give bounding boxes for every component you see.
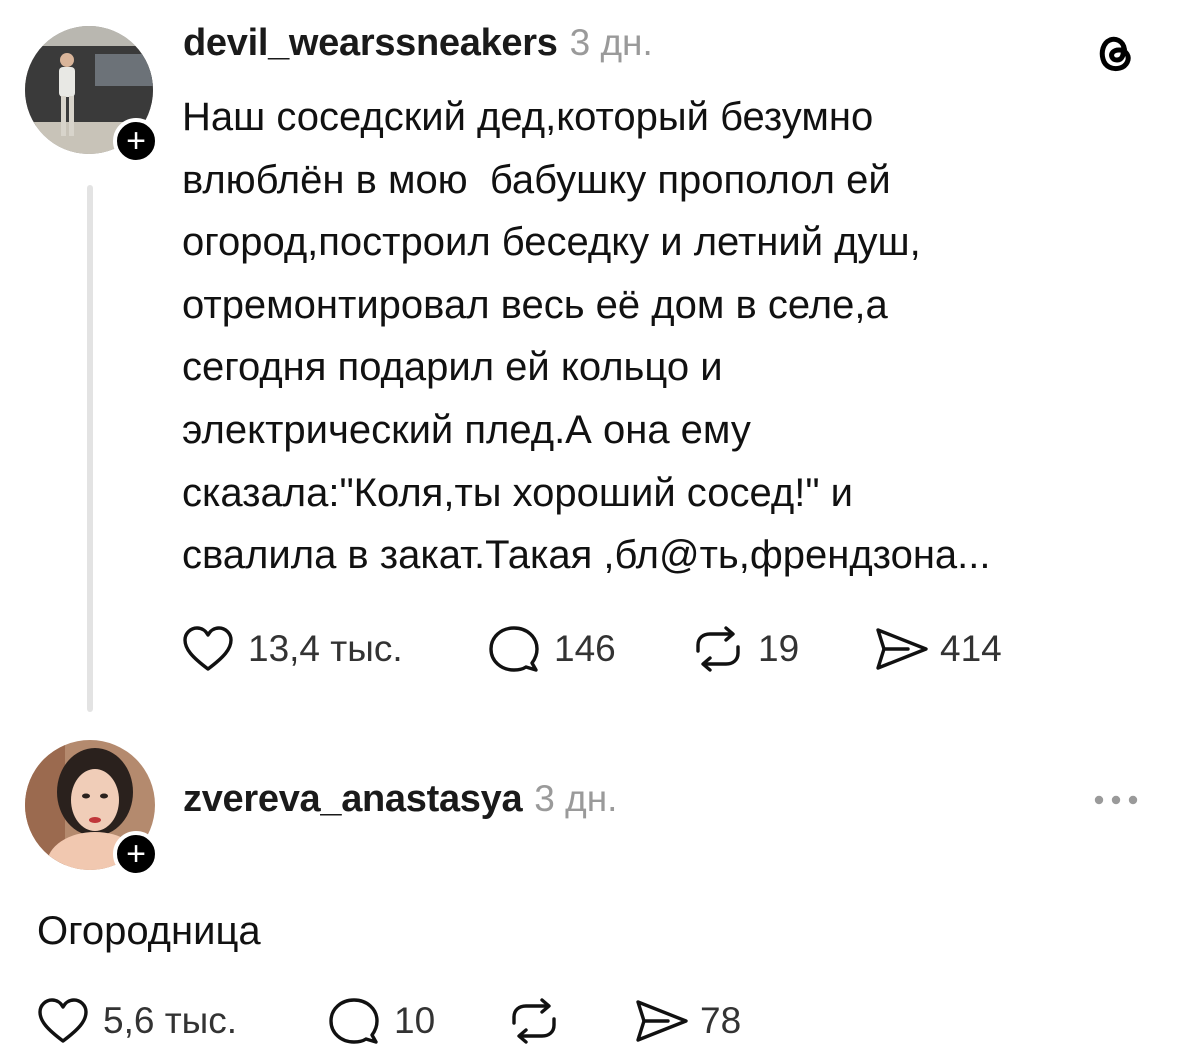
- post-text-line: влюблён в мою бабушку прополол ей: [182, 157, 891, 202]
- thread-line: [87, 185, 93, 712]
- post-body: Наш соседский дед,который безумно влюблё…: [182, 86, 1142, 587]
- heart-icon: [38, 998, 88, 1043]
- post-repost-button[interactable]: 19: [690, 624, 799, 674]
- follow-author-button[interactable]: +: [113, 118, 159, 164]
- repost-icon: [696, 626, 740, 672]
- reply-timestamp: 3 дн.: [534, 778, 618, 819]
- post-share-count: 414: [940, 628, 1002, 669]
- post-text-line: электрический плед.А она ему: [182, 407, 751, 452]
- send-icon: [636, 1000, 688, 1042]
- heart-icon: [183, 626, 233, 671]
- post-text-line: огород,построил беседку и летний душ,: [182, 220, 921, 265]
- post-like-button[interactable]: 13,4 тыс.: [182, 624, 403, 674]
- reply-body: Огородница: [37, 909, 261, 953]
- comment-bubble-icon: [489, 626, 539, 672]
- reply-comment-button[interactable]: 10: [328, 996, 435, 1046]
- post-comment-button[interactable]: 146: [488, 624, 616, 674]
- reply-header: zvereva_anastasya 3 дн.: [183, 778, 617, 826]
- post-username[interactable]: devil_wearssneakers: [183, 22, 558, 65]
- reply-share-count: 78: [700, 1000, 742, 1041]
- reply-username[interactable]: zvereva_anastasya: [183, 778, 523, 821]
- post-text-line: сказала:"Коля,ты хороший сосед!" и: [182, 470, 853, 515]
- plus-icon: +: [126, 835, 146, 873]
- reply-like-button[interactable]: 5,6 тыс.: [37, 996, 237, 1046]
- post-timestamp: 3 дн.: [569, 22, 653, 63]
- more-dots-icon[interactable]: [1092, 790, 1140, 810]
- reply-repost-button[interactable]: [506, 996, 562, 1046]
- comment-bubble-icon: [329, 998, 379, 1044]
- reply-share-button[interactable]: 78: [634, 996, 741, 1046]
- post-share-button[interactable]: 414: [874, 624, 1002, 674]
- threads-logo-icon[interactable]: [1091, 28, 1139, 76]
- post-comment-count: 146: [554, 628, 616, 669]
- post-text-line: отремонтировал весь её дом в селе,а: [182, 282, 888, 327]
- post-text-line: Наш соседский дед,который безумно: [182, 95, 874, 139]
- reply-comment-count: 10: [394, 1000, 436, 1041]
- post-like-count: 13,4 тыс.: [248, 628, 403, 669]
- follow-reply-author-button[interactable]: +: [113, 831, 159, 877]
- repost-icon: [512, 998, 556, 1044]
- post-header: devil_wearssneakers 3 дн.: [183, 22, 653, 70]
- post-text-line: сегодня подарил ей кольцо и: [182, 345, 723, 390]
- plus-icon: +: [126, 122, 146, 160]
- post-text-line: свалила в закат.Такая ,бл@ть,френдзона..…: [182, 533, 991, 578]
- post-repost-count: 19: [758, 628, 800, 669]
- reply-like-count: 5,6 тыс.: [103, 1000, 238, 1041]
- send-icon: [876, 628, 928, 670]
